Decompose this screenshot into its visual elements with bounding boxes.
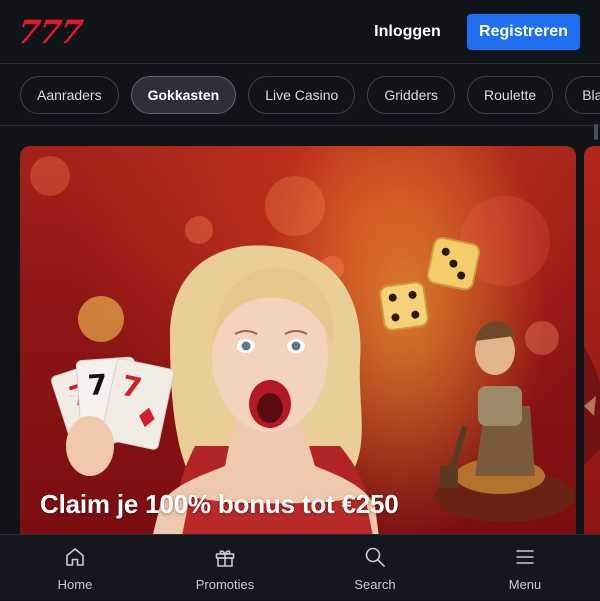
chip-blackjack[interactable]: Blackjack	[565, 76, 600, 114]
svg-text:7: 7	[87, 368, 109, 402]
login-button[interactable]: Inloggen	[360, 14, 455, 50]
promo-banner[interactable]: 7 7 7	[20, 146, 576, 546]
chip-gokkasten[interactable]: Gokkasten	[130, 76, 237, 114]
nav-menu[interactable]: Menu	[450, 535, 600, 601]
nav-search[interactable]: Search	[300, 535, 450, 601]
nav-menu-label: Menu	[508, 577, 542, 592]
nav-home[interactable]: Home	[0, 535, 150, 601]
promo-banner-title: Claim je 100% bonus tot €250	[40, 489, 399, 519]
next-banner-art	[584, 346, 600, 466]
menu-icon	[516, 550, 534, 564]
nav-promoties-label: Promoties	[195, 577, 255, 592]
chip-aanraders[interactable]: Aanraders	[20, 76, 119, 114]
gift-icon	[215, 550, 235, 567]
register-button[interactable]: Registreren	[467, 14, 580, 50]
nav-search-label: Search	[354, 577, 396, 592]
nav-home-label: Home	[57, 577, 93, 592]
chip-live-casino[interactable]: Live Casino	[248, 76, 356, 114]
page-scrollbar-thumb[interactable]	[594, 124, 598, 140]
brand-logo[interactable]: 777	[15, 13, 84, 51]
chip-roulette[interactable]: Roulette	[467, 76, 554, 114]
category-nav: Aanraders Gokkasten Live Casino Gridders…	[0, 64, 600, 126]
search-icon	[365, 547, 385, 567]
category-chip-list: Aanraders Gokkasten Live Casino Gridders…	[20, 76, 600, 114]
top-header: 777 Inloggen Registreren	[0, 0, 600, 64]
home-icon	[66, 548, 84, 566]
nav-promoties[interactable]: Promoties	[150, 535, 300, 601]
banner-illustration: 7 7 7	[51, 236, 575, 546]
chip-gridders[interactable]: Gridders	[367, 76, 456, 114]
bottom-navigation: Home Promoties Search Menu	[0, 534, 600, 600]
next-banner-preview[interactable]	[584, 146, 600, 546]
